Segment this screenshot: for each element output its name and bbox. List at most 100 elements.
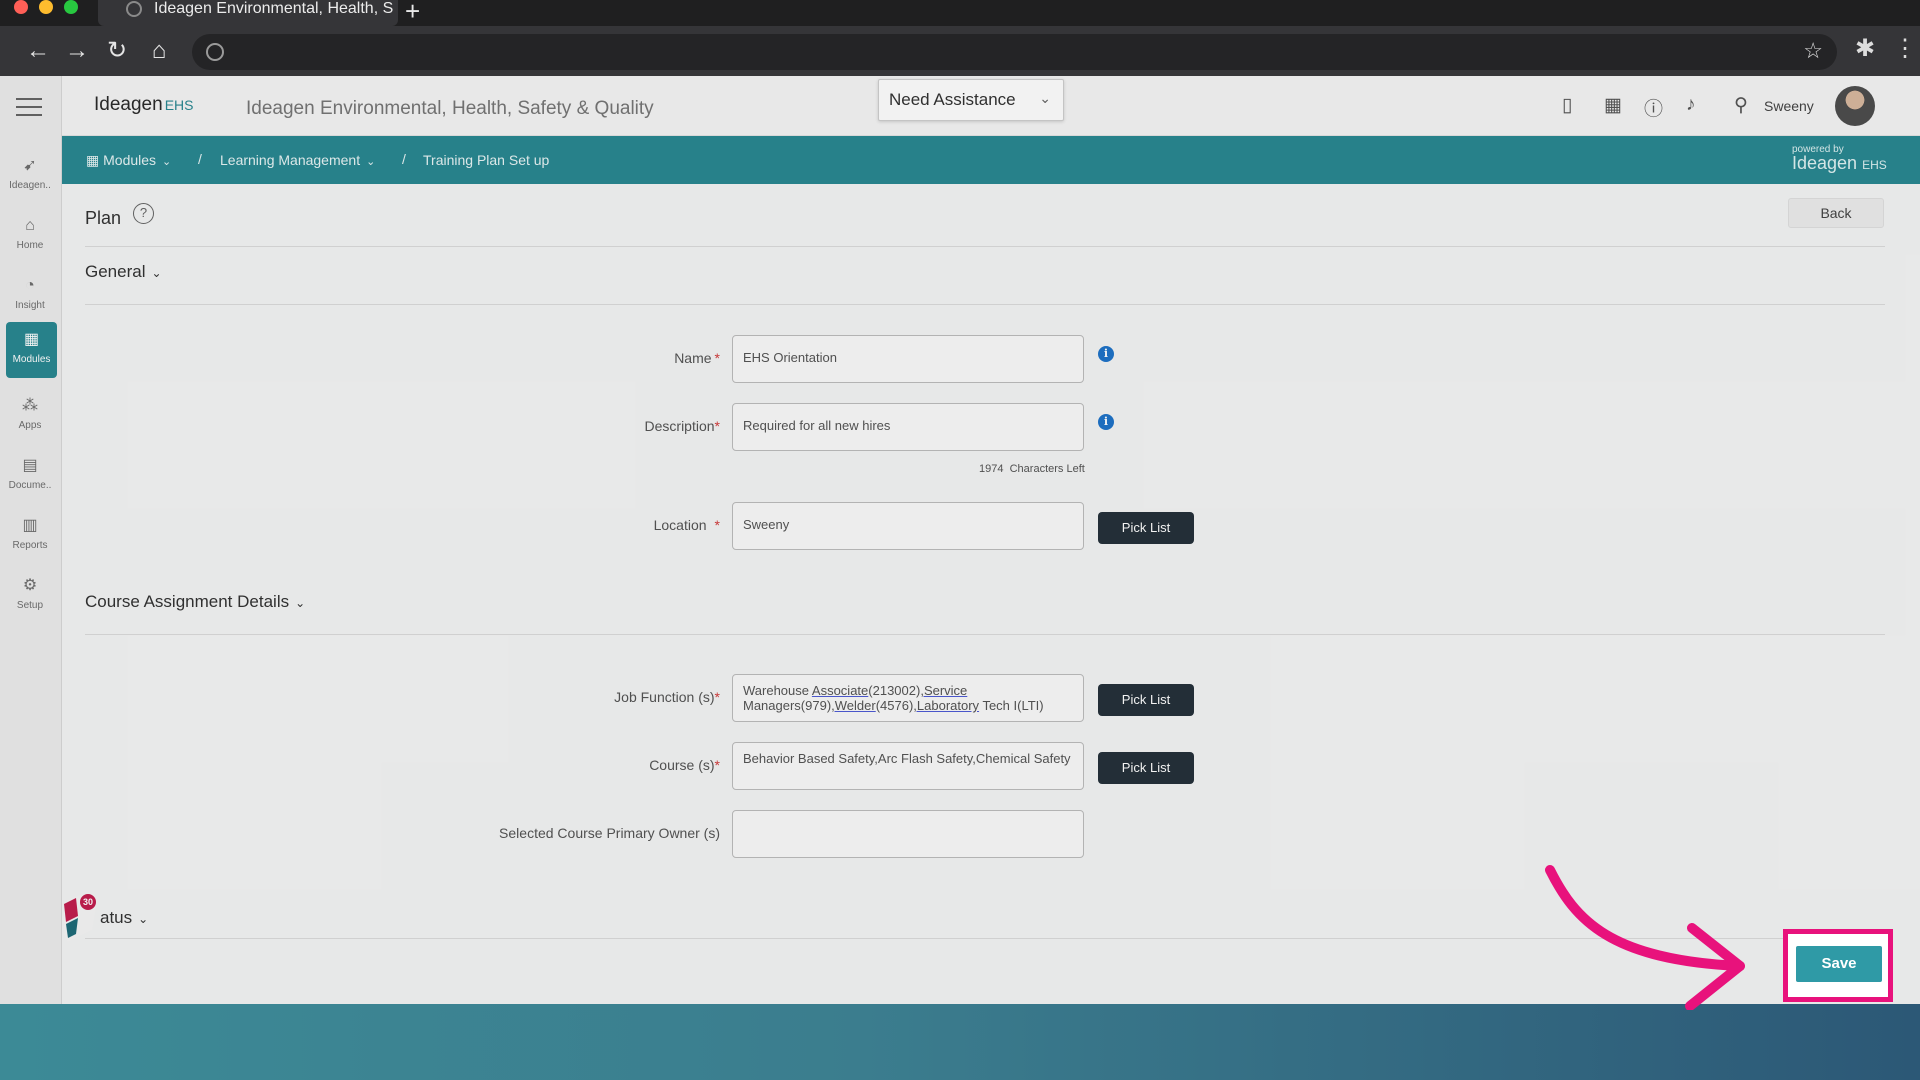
name-field[interactable]: EHS Orientation [732, 335, 1084, 383]
section-title: atus [100, 908, 133, 927]
hamburger-menu-icon[interactable] [16, 98, 42, 116]
characters-left-counter: 1974 Characters Left [979, 463, 1085, 475]
job-function-text: Associate [811, 683, 869, 698]
document-icon: ▤ [22, 457, 38, 474]
mobile-icon[interactable]: ▯ [1562, 94, 1572, 117]
sidebar-item-modules[interactable]: ▦ Modules [6, 322, 57, 378]
chevron-down-icon: ⌄ [366, 156, 376, 168]
save-button[interactable]: Save [1796, 946, 1882, 982]
extensions-icon[interactable]: ✱ [1855, 34, 1875, 63]
location-label: Location * [654, 517, 720, 533]
breadcrumb-training-plan[interactable]: Training Plan Set up [423, 152, 549, 168]
job-function-label-text: Job Function (s) [614, 689, 715, 705]
powered-by-logo: powered by Ideagen EHS [1792, 144, 1902, 174]
walkme-widget-icon[interactable]: 30 [62, 894, 96, 944]
location-pin-icon[interactable]: ⚲ [1734, 94, 1748, 117]
info-icon[interactable]: i [1098, 346, 1114, 362]
section-status-toggle[interactable]: atus ⌄ [100, 908, 148, 928]
maximize-window-button[interactable] [64, 0, 78, 14]
section-general-toggle[interactable]: General ⌄ [85, 262, 162, 282]
bookmark-star-icon[interactable]: ☆ [1803, 38, 1823, 64]
sidebar-item-label: Modules [12, 354, 51, 365]
sidebar-item-label: Insight [15, 300, 45, 311]
forward-arrow-icon[interactable]: → [61, 35, 93, 67]
primary-owner-field[interactable] [732, 810, 1084, 858]
sidebar-item-setup[interactable]: ⚙ Setup [0, 568, 60, 624]
walkme-badge-count: 30 [83, 897, 93, 907]
job-function-text: Warehouse [743, 683, 812, 698]
course-pick-list-button[interactable]: Pick List [1098, 752, 1194, 784]
sidebar-item-label: Ideagen.. [9, 180, 51, 191]
minimize-window-button[interactable] [39, 0, 53, 14]
primary-owner-label: Selected Course Primary Owner (s) [499, 825, 720, 841]
job-function-text: ,Welder [831, 698, 876, 713]
sidebar-item-home[interactable]: ⌂ Home [0, 208, 60, 264]
back-arrow-icon[interactable]: ← [22, 35, 54, 67]
required-mark: * [714, 418, 720, 434]
sidebar-item-documents[interactable]: ▤ Docume.. [0, 448, 60, 504]
sidebar-item-label: Apps [18, 420, 42, 431]
reload-icon[interactable]: ↻ [101, 35, 133, 67]
job-function-pick-list-button[interactable]: Pick List [1098, 684, 1194, 716]
info-icon[interactable]: i [1098, 414, 1114, 430]
location-label-text: Location [653, 517, 707, 533]
insight-icon: ◔ [25, 277, 35, 294]
grid-icon: ▦ [86, 152, 100, 168]
logo-text: Ideagen [94, 94, 163, 115]
course-label-text: Course (s) [649, 757, 715, 773]
globe-icon [126, 1, 142, 17]
job-function-label: Job Function (s)* [614, 689, 720, 705]
sidebar-item-label: Home [16, 240, 44, 251]
question-circle-icon[interactable]: ? [133, 203, 154, 224]
job-function-text: (4576) [875, 698, 914, 713]
chevron-down-icon: ⌄ [162, 156, 172, 168]
description-label-text: Description [644, 418, 715, 434]
sidebar-item-apps[interactable]: ⁂ Apps [0, 388, 60, 444]
browser-tab[interactable]: Ideagen Environmental, Health, S [98, 0, 398, 26]
characters-left-label: Characters Left [1009, 463, 1085, 475]
apps-icon: ⁂ [22, 397, 38, 414]
divider [85, 634, 1885, 635]
sidebar-item-insight[interactable]: ◔ Insight [0, 268, 60, 324]
section-course-assignment-toggle[interactable]: Course Assignment Details ⌄ [85, 592, 305, 612]
job-function-field[interactable]: Warehouse Associate(213002),Service Mana… [732, 674, 1084, 722]
required-mark: * [714, 350, 720, 366]
name-label-text: Name [674, 350, 712, 366]
powered-suffix: EHS [1862, 158, 1887, 172]
site-info-icon[interactable] [206, 43, 224, 61]
description-field[interactable]: Required for all new hires [732, 403, 1084, 451]
need-assistance-dropdown[interactable]: Need Assistance ⌄ [878, 79, 1064, 121]
name-label: Name * [674, 350, 720, 366]
breadcrumb-learning-management[interactable]: Learning Management ⌄ [220, 152, 375, 168]
close-window-button[interactable] [14, 0, 28, 14]
job-function-text: ,Laboratory [913, 698, 980, 713]
breadcrumb-modules[interactable]: ▦ Modules ⌄ [86, 152, 171, 169]
breadcrumb-label: Learning Management [220, 152, 361, 168]
calendar-icon[interactable]: ▦ [1604, 94, 1622, 117]
new-tab-button[interactable]: + [405, 0, 420, 27]
home-browser-icon[interactable]: ⌂ [143, 35, 175, 67]
characters-left-count: 1974 [979, 463, 1004, 475]
ideagen-logo[interactable]: Ideagen EHS [94, 94, 193, 116]
reports-icon: ▥ [22, 517, 38, 534]
setup-icon: ⚙ [22, 577, 38, 594]
avatar[interactable] [1835, 86, 1875, 126]
left-sidebar: ➹ Ideagen.. ⌂ Home ◔ Insight ▦ Modules ⁂… [0, 76, 62, 1004]
sidebar-item-ideagen[interactable]: ➹ Ideagen.. [0, 148, 60, 204]
sidebar-item-reports[interactable]: ▥ Reports [0, 508, 60, 564]
bottom-backdrop [0, 1004, 1920, 1080]
breadcrumb: ▦ Modules ⌄ / Learning Management ⌄ / Trai… [62, 136, 1920, 184]
location-pick-list-button[interactable]: Pick List [1098, 512, 1194, 544]
section-title: Course Assignment Details [85, 592, 290, 611]
help-icon[interactable]: ⓘ [1644, 94, 1663, 121]
notification-bell-icon[interactable]: ♪ [1686, 94, 1696, 116]
browser-menu-icon[interactable]: ⋮ [1893, 34, 1917, 63]
user-name[interactable]: Sweeny [1764, 98, 1814, 114]
course-field[interactable]: Behavior Based Safety,Arc Flash Safety,C… [732, 742, 1084, 790]
powered-brand: Ideagen [1792, 153, 1858, 173]
back-button[interactable]: Back [1788, 198, 1884, 228]
job-function-text: (213002) [868, 683, 921, 698]
address-bar[interactable]: ☆ [192, 34, 1837, 70]
location-field[interactable]: Sweeny [732, 502, 1084, 550]
course-label: Course (s)* [649, 757, 720, 773]
